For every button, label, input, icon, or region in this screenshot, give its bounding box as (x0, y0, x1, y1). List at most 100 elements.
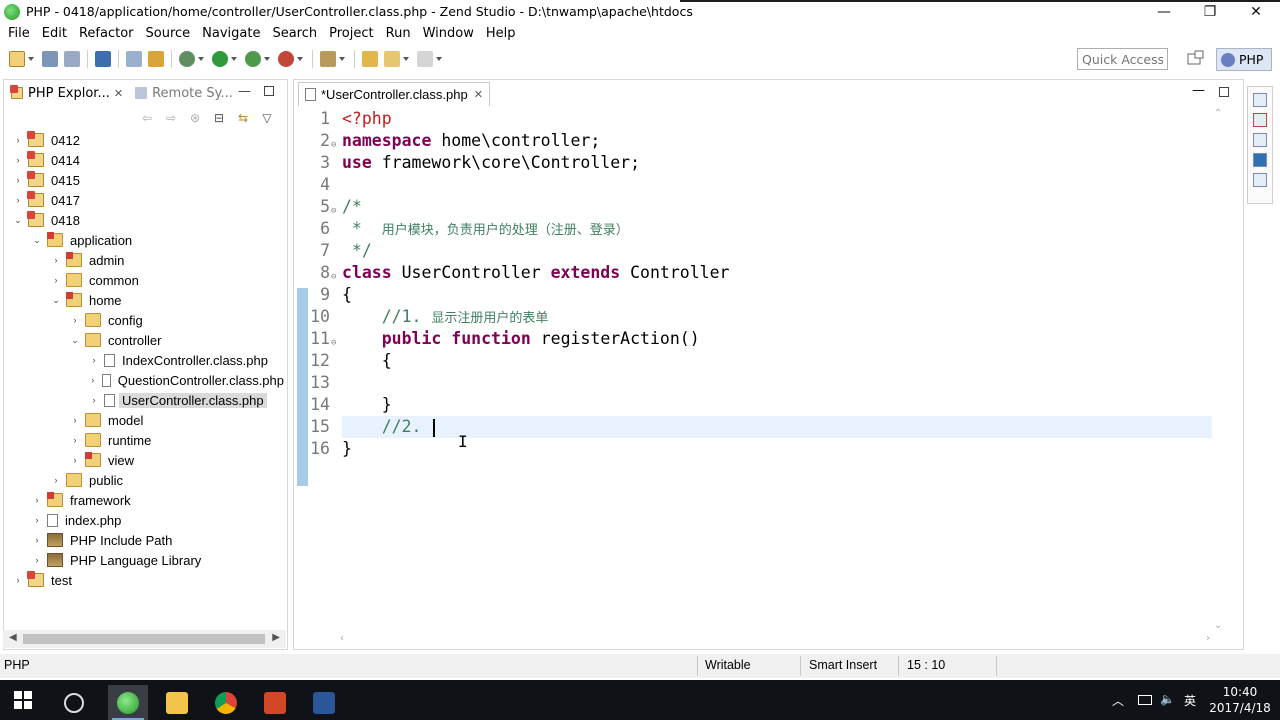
debug-icon[interactable] (179, 51, 195, 67)
chevron-right-icon[interactable]: › (12, 574, 24, 586)
menu-project[interactable]: Project (323, 26, 379, 41)
code-line[interactable]: 7 */ (294, 240, 1224, 262)
view-menu-icon[interactable]: ▽ (260, 111, 274, 125)
new-dropdown-arrow[interactable] (28, 57, 34, 61)
tree-item[interactable]: › public (4, 470, 287, 490)
code-line[interactable]: 2 ⊖ namespace home\controller; (294, 130, 1224, 152)
tree-item[interactable]: › view (4, 450, 287, 470)
chevron-down-icon[interactable]: ⌄ (12, 214, 24, 226)
code-line[interactable]: 15 //2. (294, 416, 1224, 438)
menu-search[interactable]: Search (266, 26, 323, 41)
tree-item[interactable]: › framework (4, 490, 287, 510)
chevron-down-icon[interactable]: ⌄ (31, 234, 43, 246)
chevron-right-icon[interactable]: › (69, 414, 81, 426)
tab-remote-systems[interactable]: Remote Sy... (128, 80, 238, 106)
taskbar-zend-studio[interactable] (108, 685, 148, 720)
taskbar-chrome[interactable] (206, 685, 246, 720)
annotation-icon[interactable] (320, 51, 336, 67)
code-line[interactable]: 1 <?php (294, 108, 1224, 130)
collapse-all-icon[interactable]: ⊟ (212, 111, 226, 125)
chevron-right-icon[interactable]: › (12, 174, 24, 186)
back-dropdown-arrow[interactable] (403, 57, 409, 61)
menu-navigate[interactable]: Navigate (196, 26, 266, 41)
php-perspective-button[interactable]: PHP (1216, 48, 1272, 71)
tree-item[interactable]: ⌄ 0418 (4, 210, 287, 230)
minimize-editor-button[interactable]: — (1192, 83, 1205, 98)
forward-nav-icon[interactable]: ⇨ (164, 111, 178, 125)
code-line[interactable]: 16} (294, 438, 1224, 460)
code-line[interactable]: 8 ⊖ class UserController extends Controlle… (294, 262, 1224, 284)
external-tools-dropdown-arrow[interactable] (297, 57, 303, 61)
new-icon[interactable] (9, 51, 25, 67)
code-line[interactable]: 12 { (294, 350, 1224, 372)
chevron-right-icon[interactable]: › (12, 134, 24, 146)
chevron-right-icon[interactable]: › (50, 254, 62, 266)
annotation-dropdown-arrow[interactable] (339, 57, 345, 61)
chevron-right-icon[interactable]: › (12, 194, 24, 206)
tree-item[interactable]: ⌄ application (4, 230, 287, 250)
input-method-icon[interactable]: 英 (1184, 692, 1196, 709)
search-tool-icon[interactable] (126, 51, 142, 67)
save-icon[interactable] (42, 51, 58, 67)
chevron-right-icon[interactable]: › (69, 454, 81, 466)
up-nav-icon[interactable]: ⊛ (188, 111, 202, 125)
chevron-right-icon[interactable]: › (31, 534, 43, 546)
menu-edit[interactable]: Edit (36, 26, 73, 41)
run-dropdown-arrow[interactable] (231, 57, 237, 61)
tree-item[interactable]: › index.php (4, 510, 287, 530)
minimize-button[interactable]: — (1141, 0, 1187, 23)
package-icon[interactable] (148, 51, 164, 67)
menu-window[interactable]: Window (417, 26, 480, 41)
maximize-panel-button[interactable] (264, 86, 274, 96)
forward-dropdown-arrow[interactable] (436, 57, 442, 61)
tree-item[interactable]: › test (4, 570, 287, 590)
status-insert-mode[interactable]: Smart Insert (809, 658, 877, 672)
console-view-icon[interactable] (1253, 153, 1267, 167)
chevron-right-icon[interactable]: › (88, 394, 100, 406)
scroll-left-icon[interactable]: ◀ (9, 632, 17, 643)
chevron-right-icon[interactable]: › (31, 514, 43, 526)
close-editor-tab-icon[interactable]: ✕ (474, 88, 483, 101)
chevron-right-icon[interactable]: › (69, 434, 81, 446)
menu-refactor[interactable]: Refactor (73, 26, 140, 41)
editor-vertical-scrollbar[interactable]: ⌃ ⌄ (1212, 108, 1226, 631)
editor-scroll-left-icon[interactable]: ‹ (340, 633, 344, 644)
editor-horizontal-scrollbar[interactable]: ‹ › (340, 633, 1210, 645)
scroll-up-icon[interactable]: ⌃ (1214, 108, 1222, 119)
tree-item[interactable]: › 0412 (4, 130, 287, 150)
windows-start-icon[interactable] (14, 691, 32, 709)
tree-item[interactable]: › common (4, 270, 287, 290)
last-edit-icon[interactable] (362, 51, 378, 67)
code-line[interactable]: 10 //1. 显示注册用户的表单 (294, 306, 1224, 328)
outline-view-icon[interactable] (1253, 173, 1267, 187)
maximize-editor-button[interactable] (1219, 87, 1229, 97)
restore-view-icon[interactable] (1253, 93, 1267, 107)
scroll-right-icon[interactable]: ▶ (272, 632, 280, 643)
chevron-right-icon[interactable]: › (12, 154, 24, 166)
code-line[interactable]: 11 ⊖ public function registerAction() (294, 328, 1224, 350)
console-icon[interactable] (95, 51, 111, 67)
tree-item[interactable]: › PHP Language Library (4, 550, 287, 570)
volume-icon[interactable]: 🔈 (1160, 692, 1175, 706)
tab-usercontroller[interactable]: *UserController.class.php ✕ (298, 82, 490, 106)
taskbar-task-view[interactable] (54, 685, 94, 720)
external-tools-icon[interactable] (278, 51, 294, 67)
menu-file[interactable]: File (2, 26, 36, 41)
tree-item[interactable]: › PHP Include Path (4, 530, 287, 550)
run-icon[interactable] (212, 51, 228, 67)
tree-item[interactable]: › 0417 (4, 190, 287, 210)
quick-access-input[interactable] (1077, 48, 1168, 70)
menu-source[interactable]: Source (140, 26, 197, 41)
tree-item[interactable]: › runtime (4, 430, 287, 450)
scroll-down-icon[interactable]: ⌄ (1214, 620, 1222, 631)
menu-run[interactable]: Run (380, 26, 417, 41)
back-icon[interactable] (384, 51, 400, 67)
tasks-view-icon[interactable] (1253, 133, 1267, 147)
code-line[interactable]: 3 use framework\core\Controller; (294, 152, 1224, 174)
taskbar-powerpoint[interactable] (255, 685, 295, 720)
battery-icon[interactable] (1138, 695, 1152, 705)
back-nav-icon[interactable]: ⇦ (140, 111, 154, 125)
forward-icon[interactable] (417, 51, 433, 67)
tree-item[interactable]: ⌄ home (4, 290, 287, 310)
code-line[interactable]: 4 (294, 174, 1224, 196)
